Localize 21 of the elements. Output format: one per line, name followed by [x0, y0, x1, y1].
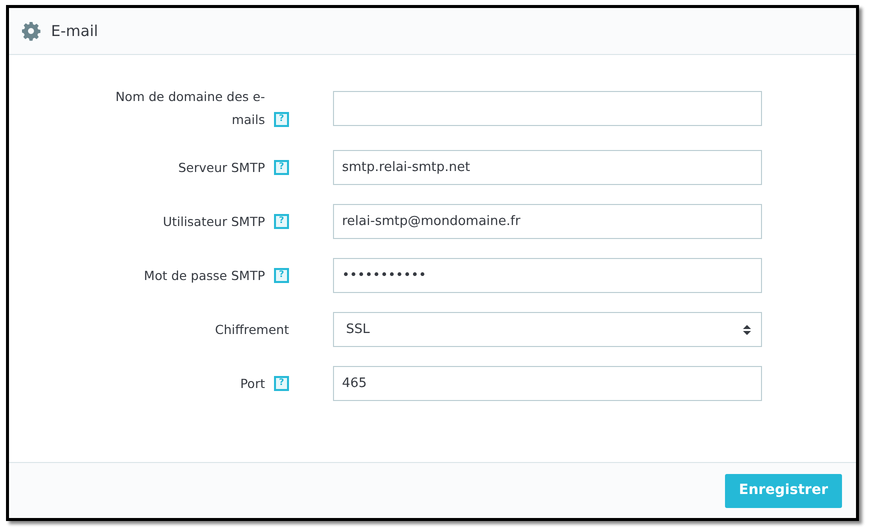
help-icon[interactable]: ?: [274, 112, 289, 127]
field-label: Nom de domaine des e-mails: [114, 88, 265, 129]
settings-icon: [21, 21, 41, 41]
sort-caret-icon: [743, 324, 751, 336]
field-label: Mot de passe SMTP: [144, 267, 265, 285]
help-icon[interactable]: ?: [274, 376, 289, 391]
input-field[interactable]: smtp.relai-smtp.net: [333, 150, 762, 185]
password-field[interactable]: •••••••••••: [333, 258, 762, 293]
field-label: Utilisateur SMTP: [162, 213, 265, 231]
select-field[interactable]: SSL: [333, 312, 762, 347]
field-label: Port: [240, 375, 265, 393]
help-icon[interactable]: ?: [274, 160, 289, 175]
panel-title: E-mail: [51, 20, 98, 42]
help-icon[interactable]: ?: [274, 214, 289, 229]
input-field[interactable]: relai-smtp@mondomaine.fr: [333, 204, 762, 239]
input-field[interactable]: [333, 90, 762, 126]
input-field[interactable]: 465: [333, 366, 762, 401]
field-label: Chiffrement: [215, 321, 289, 339]
help-icon[interactable]: ?: [274, 268, 289, 283]
field-label: Serveur SMTP: [178, 159, 265, 177]
save-button[interactable]: Enregistrer: [724, 474, 842, 508]
